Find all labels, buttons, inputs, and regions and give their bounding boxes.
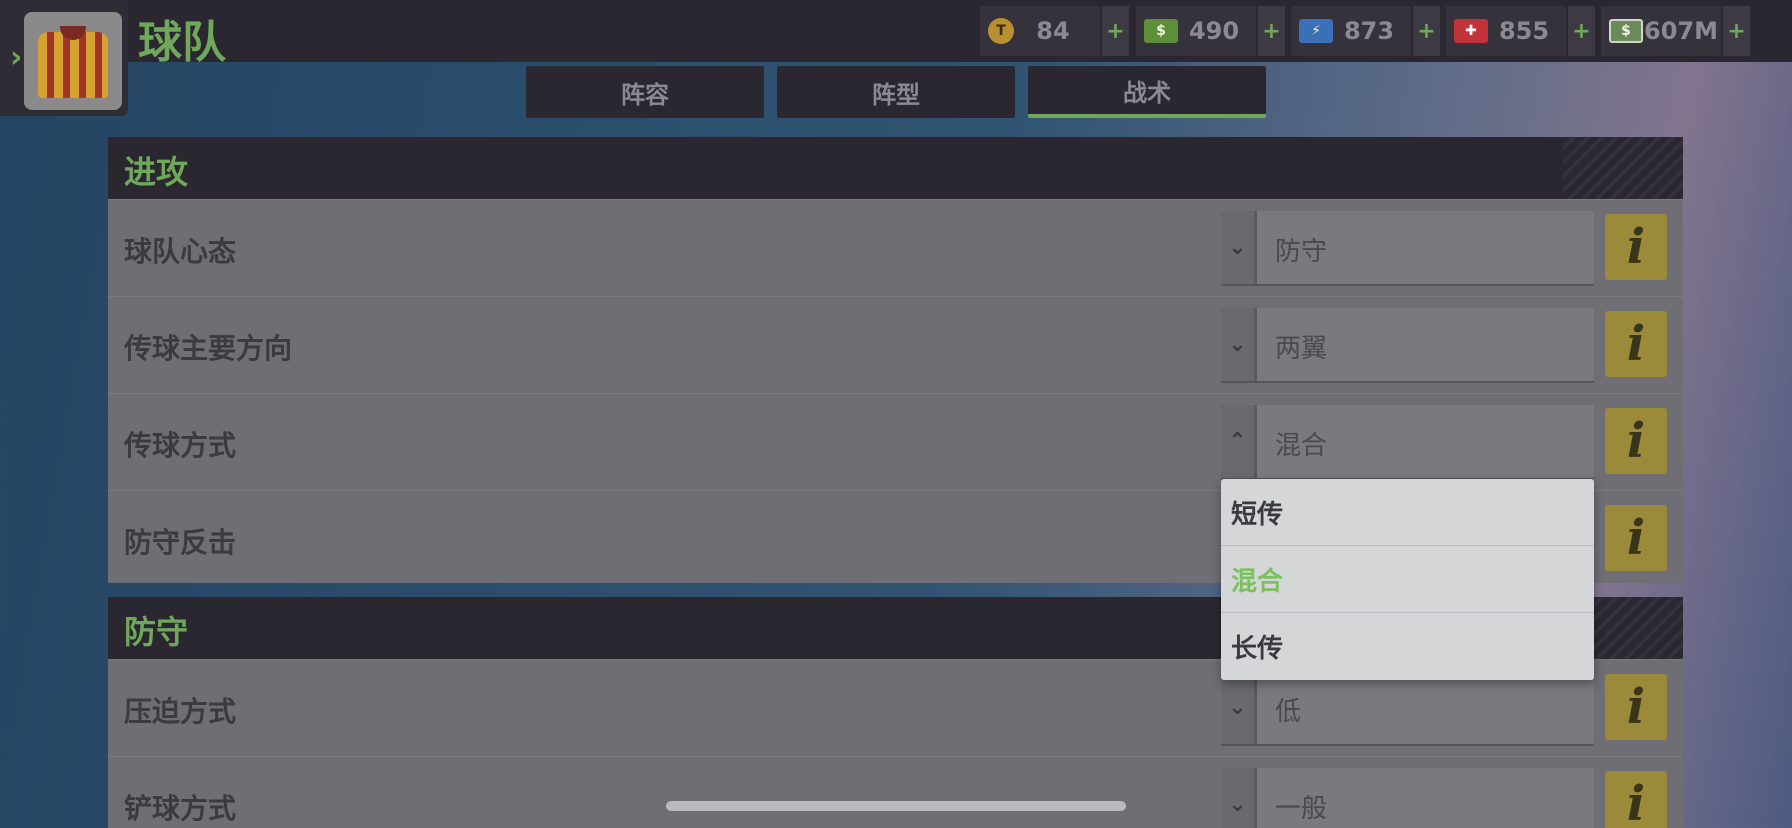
tab-formation[interactable]: 阵型: [777, 66, 1015, 118]
currency-energy: ⚡ 873 +: [1291, 6, 1440, 56]
currency-value: 873: [1343, 17, 1395, 45]
currency-value: 607M: [1644, 17, 1718, 45]
add-energy-button[interactable]: +: [1413, 6, 1440, 56]
add-money-button[interactable]: +: [1723, 6, 1750, 56]
select-value: 混合: [1275, 431, 1328, 461]
tactic-row-tackling: 铲球方式 ⌄ 一般 i: [108, 756, 1683, 828]
add-medic-button[interactable]: +: [1568, 6, 1595, 56]
add-cash-button[interactable]: +: [1258, 6, 1285, 56]
row-label: 球队心态: [124, 235, 237, 268]
attack-section-title: 进攻: [124, 153, 189, 191]
token-icon: T: [988, 18, 1014, 44]
currency-token: T 84 +: [980, 6, 1129, 56]
dropdown-option-short-pass[interactable]: 短传: [1221, 479, 1594, 546]
row-label: 防守反击: [124, 526, 237, 559]
currency-value: 490: [1188, 17, 1240, 45]
tab-tactics[interactable]: 战术: [1028, 66, 1266, 118]
add-token-button[interactable]: +: [1102, 6, 1129, 56]
chevron-down-icon[interactable]: ⌄: [1221, 671, 1257, 744]
header-stripes: [1563, 137, 1683, 199]
currency-cash: $ 490 +: [1136, 6, 1285, 56]
row-label: 传球主要方向: [124, 332, 293, 365]
pass-style-dropdown: 短传 混合 长传: [1221, 479, 1594, 680]
chevron-up-icon[interactable]: ⌃: [1221, 405, 1257, 478]
home-indicator[interactable]: [666, 801, 1126, 811]
money-icon: $: [1609, 19, 1643, 43]
pass-style-select[interactable]: ⌃ 混合: [1221, 405, 1594, 478]
page-title: 球队: [138, 17, 226, 68]
select-value: 低: [1275, 697, 1302, 727]
tab-lineup[interactable]: 阵容: [526, 66, 764, 118]
tackling-select[interactable]: ⌄ 一般: [1221, 768, 1594, 828]
back-arrow-icon: ›: [10, 40, 23, 75]
mentality-select[interactable]: ⌄ 防守: [1221, 211, 1594, 284]
medic-icon: ✚: [1454, 19, 1488, 43]
chevron-down-icon[interactable]: ⌄: [1221, 308, 1257, 381]
currency-value: 84: [1036, 17, 1070, 45]
row-label: 压迫方式: [124, 695, 237, 728]
dropdown-option-mixed[interactable]: 混合: [1221, 546, 1594, 613]
cash-icon: $: [1144, 19, 1178, 43]
currency-medic: ✚ 855 +: [1446, 6, 1595, 56]
info-icon[interactable]: i: [1605, 505, 1667, 571]
tactic-row-mentality: 球队心态 ⌄ 防守 i: [108, 199, 1683, 296]
row-label: 铲球方式: [124, 792, 237, 825]
pass-direction-select[interactable]: ⌄ 两翼: [1221, 308, 1594, 381]
defense-section-title: 防守: [124, 613, 189, 651]
currency-money: $ 607M +: [1601, 6, 1750, 56]
attack-panel-header: 进攻: [108, 137, 1683, 199]
select-value: 两翼: [1275, 334, 1328, 364]
energy-icon: ⚡: [1299, 19, 1333, 43]
select-value: 防守: [1275, 237, 1328, 267]
chevron-down-icon[interactable]: ⌄: [1221, 211, 1257, 284]
select-value: 一般: [1275, 794, 1328, 824]
tactic-row-pass-direction: 传球主要方向 ⌄ 两翼 i: [108, 296, 1683, 393]
info-icon[interactable]: i: [1605, 771, 1667, 828]
info-icon[interactable]: i: [1605, 311, 1667, 377]
info-icon[interactable]: i: [1605, 214, 1667, 280]
pressing-select[interactable]: ⌄ 低: [1221, 671, 1594, 744]
info-icon[interactable]: i: [1605, 674, 1667, 740]
back-button[interactable]: ›: [0, 0, 128, 116]
currency-value: 855: [1498, 17, 1550, 45]
tactic-row-pass-style: 传球方式 ⌃ 混合 i: [108, 393, 1683, 490]
row-label: 传球方式: [124, 429, 237, 462]
info-icon[interactable]: i: [1605, 408, 1667, 474]
chevron-down-icon[interactable]: ⌄: [1221, 768, 1257, 828]
dropdown-option-long-pass[interactable]: 长传: [1221, 613, 1594, 680]
team-jersey-icon: [24, 12, 122, 110]
